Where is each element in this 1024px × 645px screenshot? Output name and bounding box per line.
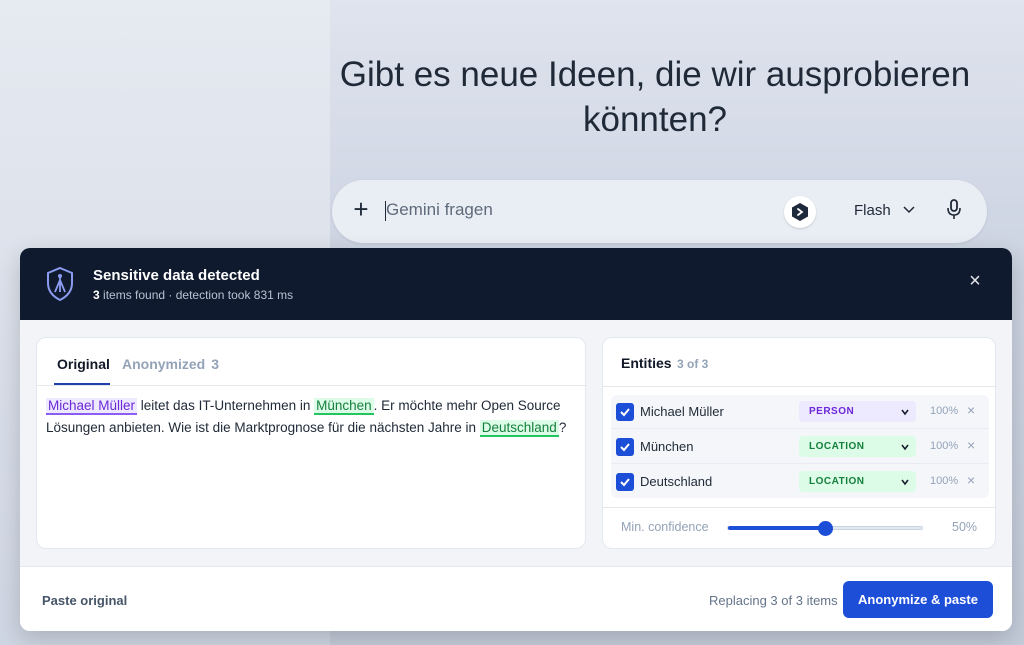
text-preview-card: Original Anonymized 3 Michael Müller leit… bbox=[36, 337, 587, 549]
entities-title: Entities bbox=[621, 355, 672, 371]
entity-confidence: 100% bbox=[930, 405, 959, 417]
remove-entity-icon[interactable]: × bbox=[967, 402, 975, 418]
chevron-down-icon bbox=[901, 479, 909, 486]
entity-name: Deutschland bbox=[640, 474, 713, 489]
anonymize-paste-button[interactable]: Anonymize & paste bbox=[843, 581, 993, 618]
tab-original[interactable]: Original bbox=[57, 356, 110, 372]
items-count: 3 bbox=[93, 288, 100, 302]
model-select[interactable]: Flash bbox=[854, 202, 891, 219]
entity-name: Michael Müller bbox=[640, 404, 724, 419]
chevron-down-icon bbox=[901, 444, 909, 451]
tab-anonymized-label: Anonymized bbox=[122, 356, 206, 372]
entity-type-select[interactable]: PERSON bbox=[799, 401, 916, 422]
entity-type-select[interactable]: LOCATION bbox=[799, 436, 916, 457]
sensitive-data-dialog: Sensitive data detected 3 items found · … bbox=[20, 248, 1012, 631]
prompt-input[interactable]: Gemini fragen bbox=[386, 200, 493, 220]
remove-entity-icon[interactable]: × bbox=[967, 437, 975, 453]
tab-anonymized-count: 3 bbox=[211, 356, 220, 372]
entity-name: München bbox=[640, 439, 694, 454]
entities-card: Entities 3 of 3 Michael Müller PERSON 10… bbox=[602, 337, 997, 549]
plus-icon[interactable]: + bbox=[350, 196, 372, 222]
remove-entity-icon[interactable]: × bbox=[967, 472, 975, 488]
min-confidence-slider[interactable] bbox=[727, 521, 923, 536]
dialog-header: Sensitive data detected 3 items found · … bbox=[20, 248, 1012, 320]
min-confidence-label: Min. confidence bbox=[621, 520, 709, 534]
page-title: Gibt es neue Ideen, die wir ausprobieren… bbox=[339, 55, 971, 139]
slider-thumb[interactable] bbox=[818, 521, 833, 536]
paste-original-button[interactable]: Paste original bbox=[42, 593, 127, 608]
chevron-down-icon[interactable] bbox=[902, 202, 916, 221]
entity-type-select[interactable]: LOCATION bbox=[799, 471, 916, 492]
entity-type-label: PERSON bbox=[809, 406, 855, 417]
divider bbox=[603, 507, 997, 508]
detection-info: items found · detection took 831 ms bbox=[99, 288, 294, 302]
highlight-person[interactable]: Michael Müller bbox=[46, 398, 138, 415]
min-confidence-value: 50% bbox=[952, 520, 978, 534]
entity-checkbox[interactable] bbox=[616, 473, 634, 491]
original-text: Michael Müller leitet das IT-Unternehmen… bbox=[46, 395, 582, 439]
microphone-icon[interactable] bbox=[946, 199, 962, 226]
extension-shield-icon[interactable] bbox=[784, 196, 816, 228]
entity-type-label: LOCATION bbox=[809, 441, 865, 452]
highlight-location[interactable]: München bbox=[314, 398, 374, 415]
entity-row: Michael Müller PERSON 100% × bbox=[611, 395, 989, 429]
replace-status: Replacing 3 of 3 items bbox=[709, 593, 838, 608]
divider bbox=[603, 386, 997, 387]
tab-anonymized[interactable]: Anonymized 3 bbox=[122, 356, 219, 372]
entity-type-label: LOCATION bbox=[809, 476, 865, 487]
entities-count: 3 of 3 bbox=[677, 357, 709, 371]
chevron-down-icon bbox=[901, 409, 909, 416]
prompt-bar: + Gemini fragen Flash bbox=[332, 180, 987, 243]
highlight-location[interactable]: Deutschland bbox=[479, 420, 559, 437]
tab-divider bbox=[37, 385, 587, 386]
entity-row: Deutschland LOCATION 100% × bbox=[611, 465, 989, 499]
dialog-subtitle: 3 items found · detection took 831 ms bbox=[93, 288, 293, 302]
entity-confidence: 100% bbox=[930, 475, 959, 487]
text-segment: ? bbox=[558, 420, 567, 435]
entity-confidence: 100% bbox=[930, 440, 959, 452]
dialog-title: Sensitive data detected bbox=[93, 267, 260, 284]
entity-row: München LOCATION 100% × bbox=[611, 430, 989, 464]
text-segment: leitet das IT-Unternehmen in bbox=[137, 398, 315, 413]
entity-checkbox[interactable] bbox=[616, 438, 634, 456]
slider-fill bbox=[728, 526, 825, 530]
entity-list: Michael Müller PERSON 100% × München LOC… bbox=[611, 395, 989, 498]
close-icon[interactable]: × bbox=[964, 270, 986, 292]
dialog-footer: Paste original Replacing 3 of 3 items An… bbox=[20, 566, 1012, 631]
entity-checkbox[interactable] bbox=[616, 403, 634, 421]
shield-icon bbox=[45, 266, 75, 307]
